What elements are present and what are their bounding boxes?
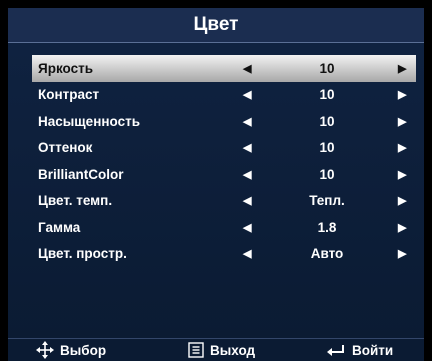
menu-item-value: 10 xyxy=(319,60,335,76)
menu-item-value: 10 xyxy=(319,113,335,129)
menu-item-label: Контраст xyxy=(38,87,100,103)
triangle-left-icon[interactable]: ◀ xyxy=(243,115,251,128)
triangle-right-icon[interactable]: ▶ xyxy=(398,141,406,154)
menu-item-brightness[interactable]: Яркость ◀ 10 ▶ xyxy=(32,55,416,82)
menu-item-label: Яркость xyxy=(38,60,94,76)
menu-item-hue[interactable]: Оттенок ◀ 10 ▶ xyxy=(32,135,416,162)
triangle-left-icon[interactable]: ◀ xyxy=(243,221,251,234)
menu-item-color-temp[interactable]: Цвет. темп. ◀ Тепл. ▶ xyxy=(32,188,416,215)
menu-title: Цвет xyxy=(8,8,424,43)
menu-list: Яркость ◀ 10 ▶ Контраст ◀ 10 ▶ Насыщенно… xyxy=(32,55,416,267)
footer-select-label: Выбор xyxy=(60,342,107,358)
footer-enter-label: Войти xyxy=(352,342,394,358)
footer-exit-hint: Выход xyxy=(188,342,255,358)
triangle-right-icon[interactable]: ▶ xyxy=(398,168,406,181)
menu-item-value: 10 xyxy=(319,140,335,156)
triangle-left-icon[interactable]: ◀ xyxy=(243,88,251,101)
triangle-left-icon[interactable]: ◀ xyxy=(243,168,251,181)
menu-item-brilliantcolor[interactable]: BrilliantColor ◀ 10 ▶ xyxy=(32,161,416,188)
menu-item-label: Цвет. темп. xyxy=(38,193,113,209)
footer-select-hint: Выбор xyxy=(36,341,106,359)
triangle-right-icon[interactable]: ▶ xyxy=(398,62,406,75)
menu-item-contrast[interactable]: Контраст ◀ 10 ▶ xyxy=(32,82,416,109)
enter-return-arrow-icon xyxy=(326,343,346,357)
triangle-right-icon[interactable]: ▶ xyxy=(398,88,406,101)
triangle-left-icon[interactable]: ◀ xyxy=(243,141,251,154)
menu-item-gamma[interactable]: Гамма ◀ 1.8 ▶ xyxy=(32,214,416,241)
triangle-right-icon[interactable]: ▶ xyxy=(398,221,406,234)
menu-item-label: Цвет. простр. xyxy=(38,246,127,262)
menu-item-color-space[interactable]: Цвет. простр. ◀ Авто ▶ xyxy=(32,241,416,268)
triangle-left-icon[interactable]: ◀ xyxy=(243,247,251,260)
menu-item-label: BrilliantColor xyxy=(38,166,124,182)
menu-button-icon xyxy=(188,342,204,358)
footer-hints: Выбор Выход Войти xyxy=(8,338,424,361)
menu-item-label: Оттенок xyxy=(38,140,93,156)
triangle-right-icon[interactable]: ▶ xyxy=(398,115,406,128)
triangle-left-icon[interactable]: ◀ xyxy=(243,194,251,207)
triangle-left-icon[interactable]: ◀ xyxy=(243,62,251,75)
menu-item-value: 10 xyxy=(319,87,335,103)
footer-exit-label: Выход xyxy=(210,342,256,358)
menu-title-text: Цвет xyxy=(193,14,239,35)
triangle-right-icon[interactable]: ▶ xyxy=(398,247,406,260)
menu-item-label: Гамма xyxy=(38,219,81,235)
menu-item-value: Тепл. xyxy=(309,193,345,209)
osd-menu: Цвет Яркость ◀ 10 ▶ Контраст ◀ 10 ▶ Насы… xyxy=(8,8,424,361)
menu-item-saturation[interactable]: Насыщенность ◀ 10 ▶ xyxy=(32,108,416,135)
menu-item-value: 1.8 xyxy=(317,219,337,235)
triangle-right-icon[interactable]: ▶ xyxy=(398,194,406,207)
four-way-arrows-icon xyxy=(36,341,54,359)
menu-item-value: 10 xyxy=(319,166,335,182)
footer-enter-hint: Войти xyxy=(326,343,393,358)
menu-item-value: Авто xyxy=(310,246,344,262)
menu-item-label: Насыщенность xyxy=(38,113,140,129)
